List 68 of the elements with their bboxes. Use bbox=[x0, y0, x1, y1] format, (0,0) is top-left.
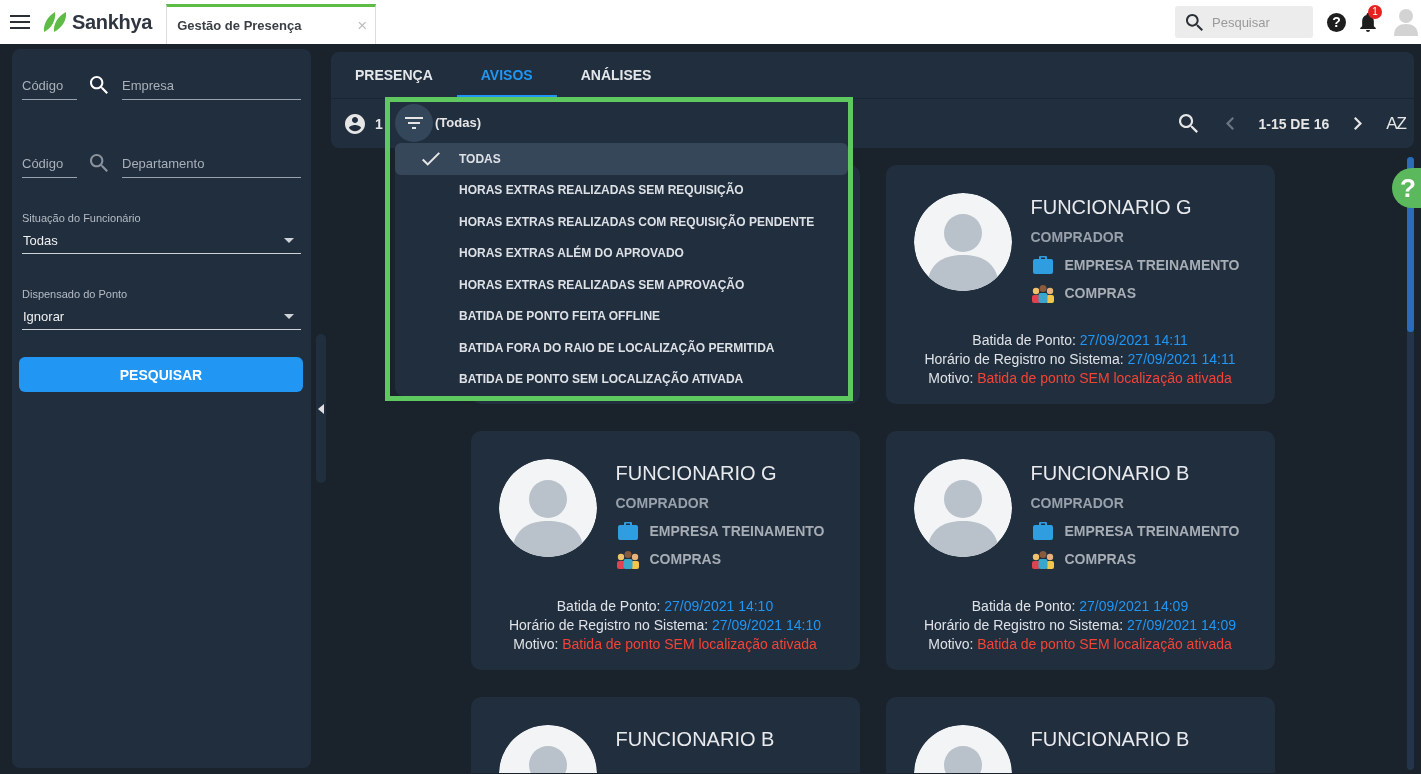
tab[interactable]: ANÁLISES bbox=[556, 52, 676, 98]
select-field[interactable]: Todas bbox=[22, 229, 301, 254]
menu-item[interactable]: HORAS EXTRAS REALIZADAS SEM REQUISIÇÃO bbox=[395, 174, 848, 206]
logo-text: Sankhya bbox=[72, 10, 153, 34]
lookup-field[interactable]: Empresa bbox=[122, 75, 301, 100]
document-tab[interactable]: Gestão de Presença × bbox=[166, 4, 377, 44]
department-name: COMPRAS bbox=[649, 551, 722, 567]
search-field[interactable]: Pesquisar bbox=[1175, 6, 1313, 38]
panel-collapse-handle[interactable] bbox=[316, 334, 326, 483]
menu-item[interactable]: BATIDA DE PONTO FEITA OFFLINE bbox=[395, 300, 848, 332]
employee-role: COMPRADOR bbox=[1030, 228, 1125, 247]
check-icon bbox=[422, 151, 440, 166]
search-input[interactable]: Pesquisar bbox=[1212, 14, 1302, 30]
record-count: 1 bbox=[375, 115, 383, 132]
company-name: EMPRESA TREINAMENTO bbox=[649, 523, 825, 539]
caret-icon bbox=[284, 313, 294, 319]
menu-icon[interactable] bbox=[10, 15, 30, 29]
briefcase-icon bbox=[1032, 522, 1053, 540]
menu-item[interactable]: HORAS EXTRAS REALIZADAS SEM APROVAÇÃO bbox=[395, 269, 848, 301]
detail-line: Batida de Ponto: 27/09/2021 14:10 bbox=[555, 597, 775, 616]
filter-icon bbox=[405, 117, 423, 129]
company-name: EMPRESA TREINAMENTO bbox=[1064, 523, 1240, 539]
company-name: EMPRESA TREINAMENTO bbox=[1064, 257, 1240, 273]
caret-icon bbox=[318, 403, 324, 414]
detail-line: Motivo: Batida de ponto SEM localização ativada bbox=[927, 369, 1233, 388]
menu-item[interactable]: HORAS EXTRAS REALIZADAS COM REQUISIÇÃO PENDENTE bbox=[395, 206, 848, 238]
leaf-logo-icon bbox=[42, 11, 68, 33]
briefcase-icon bbox=[617, 522, 638, 540]
filter-label: (Todas) bbox=[435, 115, 481, 131]
search-icon[interactable] bbox=[1179, 114, 1199, 133]
chevron-right-icon[interactable] bbox=[1354, 117, 1363, 130]
search-icon[interactable] bbox=[90, 76, 108, 94]
employee-role: COMPRADOR bbox=[615, 494, 710, 513]
caret-icon bbox=[284, 237, 294, 243]
field-label: Dispensado do Ponto bbox=[22, 288, 129, 301]
menu-item[interactable]: TODAS bbox=[395, 143, 848, 175]
employee-name: FUNCIONARIO B bbox=[1030, 727, 1190, 752]
people-icon bbox=[1030, 549, 1055, 569]
tab[interactable]: AVISOS bbox=[456, 52, 557, 98]
people-icon bbox=[615, 549, 640, 569]
code-field[interactable]: Código bbox=[22, 75, 77, 100]
employee-name: FUNCIONARIO G bbox=[615, 461, 778, 486]
detail-line: Horário de Registro no Sistema: 27/09/2021 14:10 bbox=[507, 616, 823, 635]
employee-role: COMPRADOR bbox=[1030, 494, 1125, 513]
employee-name: FUNCIONARIO B bbox=[1030, 461, 1191, 486]
department-name: COMPRAS bbox=[1064, 551, 1137, 567]
notification-badge: 1 bbox=[1368, 4, 1382, 19]
people-icon bbox=[1030, 283, 1055, 303]
detail-line: Batida de Ponto: 27/09/2021 14:11 bbox=[971, 331, 1189, 350]
sort-button[interactable]: AZ bbox=[1384, 113, 1408, 134]
menu-item[interactable]: BATIDA FORA DO RAIO DE LOCALIZAÇÃO PERMITIDA bbox=[395, 332, 848, 364]
detail-line: Motivo: Batida de ponto SEM localização ativada bbox=[512, 635, 818, 654]
menu-item[interactable]: HORAS EXTRAS ALÉM DO APROVADO bbox=[395, 237, 848, 269]
department-name: COMPRAS bbox=[1064, 285, 1137, 301]
help-button[interactable]: ? bbox=[1327, 12, 1346, 32]
employee-name: FUNCIONARIO B bbox=[615, 727, 775, 752]
field-label: Situação do Funcionário bbox=[22, 212, 142, 225]
detail-line: Batida de Ponto: 27/09/2021 14:09 bbox=[970, 597, 1190, 616]
select-field[interactable]: Ignorar bbox=[22, 305, 301, 330]
page-range: 1-15 DE 16 bbox=[1258, 115, 1330, 132]
detail-line: Horário de Registro no Sistema: 27/09/2021 14:09 bbox=[922, 616, 1238, 635]
tab[interactable]: PRESENÇA bbox=[331, 52, 457, 98]
detail-line: Motivo: Batida de ponto SEM localização ativada bbox=[927, 635, 1233, 654]
employee-name: FUNCIONARIO G bbox=[1030, 195, 1193, 220]
briefcase-icon bbox=[1032, 256, 1053, 274]
detail-line: Horário de Registro no Sistema: 27/09/2021 14:11 bbox=[923, 350, 1237, 369]
menu-item[interactable]: BATIDA DE PONTO SEM LOCALIZAÇÃO ATIVADA bbox=[395, 363, 848, 395]
search-icon bbox=[1186, 13, 1203, 31]
